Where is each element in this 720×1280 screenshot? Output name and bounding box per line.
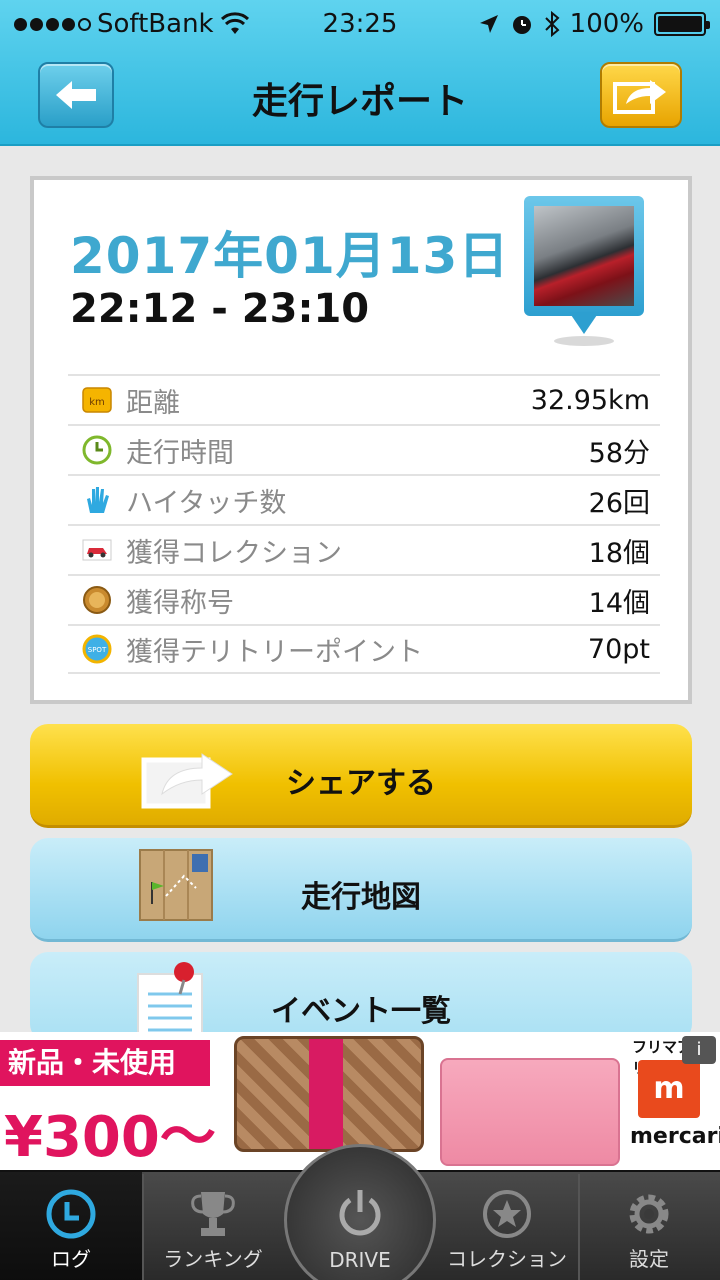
- stat-row-territory: SPOT 獲得テリトリーポイント 70pt: [68, 624, 660, 674]
- stat-label: 獲得称号: [126, 587, 234, 619]
- report-date: 2017年01月13日: [70, 227, 510, 285]
- star-circle-icon: [483, 1190, 531, 1238]
- battery-percent: 100%: [569, 9, 644, 39]
- event-list-button[interactable]: イベント一覧: [30, 952, 692, 1042]
- ad-wallet-image: [234, 1036, 424, 1152]
- trophy-icon: [191, 1192, 235, 1236]
- ad-tag: 新品・未使用: [0, 1040, 210, 1086]
- share-icon: [613, 80, 666, 114]
- ad-brand-name: mercari: [630, 1124, 720, 1149]
- svg-text:km: km: [89, 397, 105, 408]
- stat-value: 58分: [588, 437, 650, 469]
- stat-label: ハイタッチ数: [126, 487, 287, 519]
- stat-row-high-touch: ハイタッチ数 26回: [68, 474, 660, 524]
- stat-value: 18個: [588, 537, 650, 569]
- stats-list: km 距離 32.95km 走行時間 58分 ハイタッチ数 26回 獲得コレクシ…: [68, 374, 660, 674]
- stat-value: 70pt: [587, 633, 650, 665]
- location-arrow-icon: [479, 15, 498, 33]
- svg-text:SPOT: SPOT: [88, 646, 107, 654]
- stat-value: 14個: [588, 587, 650, 619]
- report-time-range: 22:12 - 23:10: [70, 286, 370, 332]
- mercari-box-icon: m: [638, 1060, 700, 1118]
- tab-settings-label: 設定: [629, 1247, 669, 1271]
- tab-drive[interactable]: DRIVE: [284, 1172, 436, 1280]
- report-card: 2017年01月13日 22:12 - 23:10 km 距離 32.95km …: [30, 176, 692, 704]
- power-icon: [339, 1190, 381, 1236]
- stat-value: 26回: [588, 487, 650, 519]
- car-photo-pin[interactable]: [524, 196, 644, 346]
- tab-ranking[interactable]: ランキング: [142, 1172, 284, 1280]
- stat-row-collection: 獲得コレクション 18個: [68, 524, 660, 574]
- top-bar: SoftBank 23:25 100% 走行レポート: [0, 0, 720, 146]
- medal-icon: [82, 585, 112, 615]
- ad-wallet-pink-image: [440, 1058, 620, 1166]
- stat-label: 獲得テリトリーポイント: [126, 636, 423, 668]
- tab-settings[interactable]: 設定: [578, 1172, 720, 1280]
- share-top-button[interactable]: [600, 62, 682, 128]
- gear-icon: [629, 1194, 669, 1234]
- km-icon: km: [82, 385, 112, 415]
- car-icon: [82, 535, 112, 565]
- tab-log-label: ログ: [51, 1247, 91, 1271]
- battery-icon: [654, 12, 710, 36]
- stat-label: 距離: [126, 387, 180, 419]
- stat-row-titles: 獲得称号 14個: [68, 574, 660, 624]
- stat-label: 走行時間: [126, 437, 234, 469]
- ad-price: ¥300〜: [4, 1105, 216, 1170]
- hand-icon: [82, 485, 112, 515]
- event-list-label: イベント一覧: [271, 994, 451, 1029]
- tab-collection-label: コレクション: [447, 1247, 567, 1271]
- ad-info-icon[interactable]: i: [682, 1036, 716, 1064]
- tab-collection[interactable]: コレクション: [436, 1172, 578, 1280]
- status-bar: SoftBank 23:25 100%: [0, 0, 720, 50]
- clock-tab-icon: [46, 1189, 96, 1239]
- spot-icon: SPOT: [82, 634, 112, 664]
- stat-label: 獲得コレクション: [126, 537, 342, 569]
- drive-map-label: 走行地図: [301, 880, 421, 915]
- car-photo: [534, 206, 634, 306]
- share-button[interactable]: シェアする: [30, 724, 692, 828]
- stat-value: 32.95km: [530, 384, 650, 416]
- status-right: 100%: [478, 9, 710, 39]
- alarm-icon: [512, 16, 531, 34]
- tab-log[interactable]: ログ: [0, 1172, 142, 1280]
- stat-row-distance: km 距離 32.95km: [68, 374, 660, 424]
- tab-ranking-label: ランキング: [163, 1247, 263, 1271]
- bluetooth-icon: [544, 11, 560, 37]
- tab-drive-label: DRIVE: [329, 1248, 391, 1272]
- share-label: シェアする: [286, 766, 436, 801]
- stat-row-drive-time: 走行時間 58分: [68, 424, 660, 474]
- clock-icon: [82, 435, 112, 465]
- drive-map-button[interactable]: 走行地図: [30, 838, 692, 942]
